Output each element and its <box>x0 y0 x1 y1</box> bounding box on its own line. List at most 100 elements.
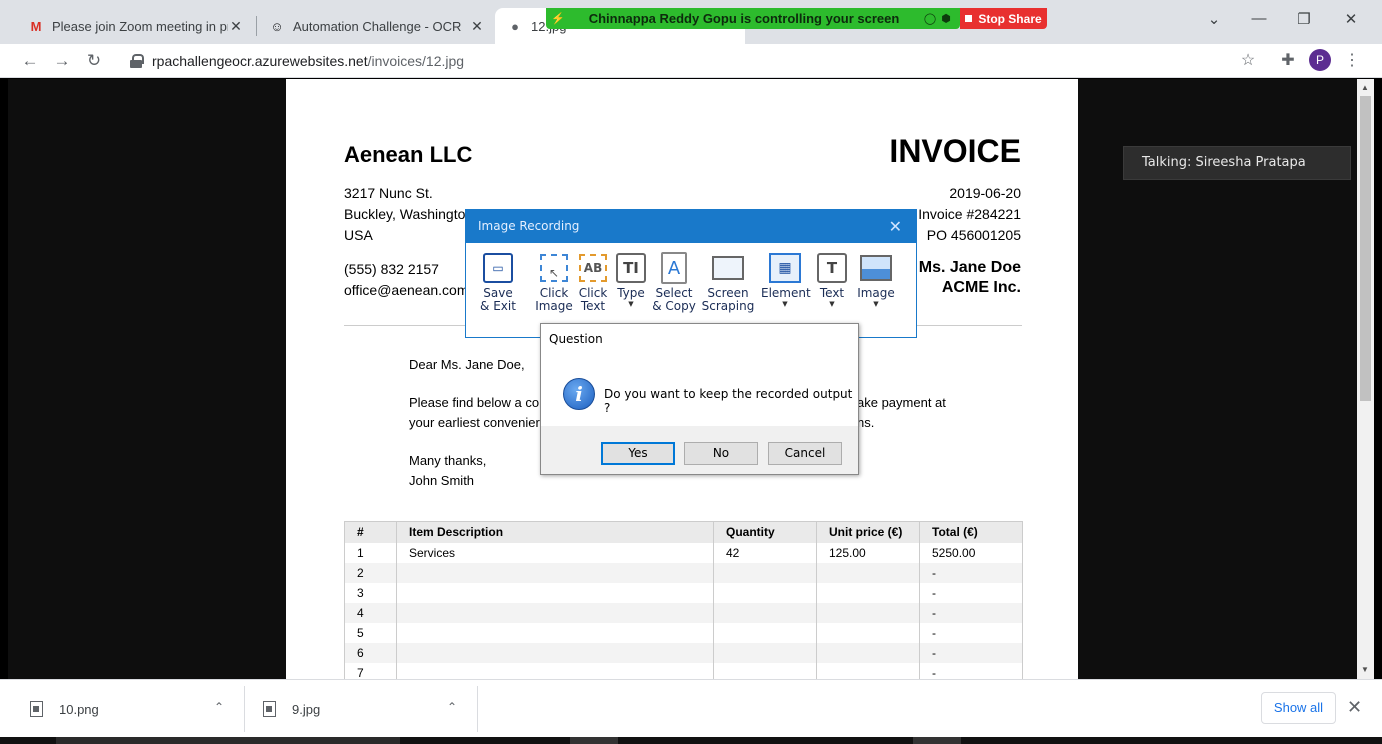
browser-toolbar: ← → ↻ rpachallengeocr.azurewebsites.net /… <box>0 44 1382 78</box>
table-cell <box>816 642 920 663</box>
tab-search-icon[interactable]: ⌄ <box>1199 10 1229 28</box>
taskbar-app[interactable] <box>570 737 618 744</box>
text-button[interactable]: T Text ▼ <box>815 251 849 308</box>
invoice-table-body: 1 Services 42 125.00 5250.00 2-3-4-5-6-7- <box>344 542 1023 679</box>
column-header: # <box>344 521 397 543</box>
recording-title: Image Recording <box>478 219 580 233</box>
restore-icon[interactable]: ❐ <box>1289 10 1319 28</box>
select-copy-button[interactable]: A Select & Copy <box>652 251 696 313</box>
robot-icon: ☺ <box>270 18 284 34</box>
scroll-down-icon[interactable]: ▼ <box>1361 665 1369 674</box>
remote-control-icon: ⚡ <box>551 13 565 25</box>
lock-icon <box>130 54 144 68</box>
tab-zoom-meeting[interactable]: M Please join Zoom meeting in pro ✕ <box>16 8 256 44</box>
show-all-button[interactable]: Show all <box>1261 692 1336 724</box>
table-cell: 5250.00 <box>919 542 1023 563</box>
element-icon: ▦ <box>761 251 809 285</box>
type-button[interactable]: TI Type ▼ <box>613 251 649 308</box>
table-cell <box>713 602 817 623</box>
po-number: PO 456001205 <box>926 227 1021 243</box>
company-address: 3217 Nunc St. Buckley, Washington USA <box>344 183 473 246</box>
table-cell: 5 <box>344 622 397 643</box>
address-line: 3217 Nunc St. <box>344 185 433 201</box>
info-icon: i <box>563 378 595 410</box>
yes-button[interactable]: Yes <box>601 442 675 465</box>
dropdown-caret-icon: ▼ <box>873 300 879 308</box>
screen-scraping-button[interactable]: Screen Scraping <box>700 251 756 313</box>
invoice-date: 2019-06-20 <box>949 185 1021 201</box>
type-icon: TI <box>613 251 649 285</box>
globe-icon: ● <box>511 18 519 34</box>
scroll-up-icon[interactable]: ▲ <box>1361 83 1369 92</box>
letter-text: ake payment at <box>857 395 946 410</box>
table-cell <box>396 602 714 623</box>
element-button[interactable]: ▦ Element ▼ <box>761 251 811 308</box>
table-row: 7- <box>344 662 1023 679</box>
download-filename: 9.jpg <box>292 701 321 717</box>
extensions-icon[interactable]: ✚ <box>1278 51 1298 71</box>
table-row: 5- <box>344 622 1023 643</box>
cancel-button[interactable]: Cancel <box>768 442 842 465</box>
menu-icon[interactable]: ⋮ <box>1342 51 1362 71</box>
table-row: 3- <box>344 582 1023 603</box>
minimize-icon[interactable]: — <box>1244 10 1274 27</box>
zoom-control-banner: ⚡ Chinnappa Reddy Gopu is controlling yo… <box>546 8 960 29</box>
divider <box>244 686 245 732</box>
button-label: & Exit <box>480 299 516 313</box>
click-text-button[interactable]: AB Click Text <box>576 251 610 313</box>
screen-scraping-icon <box>700 251 756 285</box>
stop-share-label: Stop Share <box>978 11 1042 26</box>
column-header: Unit price (€) <box>816 521 920 543</box>
download-item[interactable]: 9.jpg <box>263 680 320 738</box>
taskbar-search[interactable] <box>56 737 400 744</box>
table-cell: 2 <box>344 562 397 583</box>
zoom-talking-indicator: Talking: Sireesha Pratapa <box>1123 146 1351 180</box>
company-name: Aenean LLC <box>344 142 473 167</box>
image-icon <box>856 251 896 285</box>
close-window-icon[interactable]: ✕ <box>1336 10 1366 28</box>
close-tab-icon[interactable]: ✕ <box>469 18 485 35</box>
button-label: Text <box>580 299 606 313</box>
dialog-message-area: i Do you want to keep the recorded outpu… <box>541 354 858 426</box>
save-icon: ▭ <box>480 251 516 285</box>
table-cell: 42 <box>713 542 817 563</box>
taskbar <box>0 737 1382 744</box>
button-label: Scraping <box>701 299 755 313</box>
table-cell: 3 <box>344 582 397 603</box>
avatar[interactable]: P <box>1309 49 1331 71</box>
table-cell <box>816 582 920 603</box>
image-button[interactable]: Image ▼ <box>856 251 896 308</box>
close-tab-icon[interactable]: ✕ <box>228 18 244 35</box>
table-cell <box>816 622 920 643</box>
dialog-message: Do you want to keep the recorded output … <box>604 387 853 415</box>
chevron-up-icon[interactable]: ⌃ <box>447 700 457 714</box>
table-cell <box>816 662 920 679</box>
address-bar[interactable]: rpachallengeocr.azurewebsites.net/invoic… <box>118 48 1278 74</box>
close-icon[interactable]: ✕ <box>889 210 902 243</box>
table-row: 4- <box>344 602 1023 623</box>
zoom-banner-text: Chinnappa Reddy Gopu is controlling your… <box>588 11 900 26</box>
page-scrollbar[interactable]: ▲ ▼ <box>1357 79 1374 679</box>
forward-icon[interactable]: → <box>51 50 73 72</box>
taskbar-app[interactable] <box>913 737 961 744</box>
gmail-icon: M <box>30 18 42 34</box>
chevron-up-icon[interactable]: ⌃ <box>214 700 224 714</box>
no-button[interactable]: No <box>684 442 758 465</box>
back-icon[interactable]: ← <box>19 50 41 72</box>
table-cell <box>816 602 920 623</box>
close-icon[interactable]: ✕ <box>1347 697 1362 718</box>
stop-share-button[interactable]: Stop Share <box>960 8 1047 29</box>
invoice-title: INVOICE <box>889 133 1021 169</box>
bookmark-star-icon[interactable]: ☆ <box>1238 51 1258 71</box>
download-item[interactable]: 10.png <box>30 680 99 738</box>
button-label: Image <box>535 299 573 313</box>
reload-icon[interactable]: ↻ <box>83 50 105 72</box>
click-image-button[interactable]: ↖ Click Image <box>535 251 573 313</box>
tab-automation-challenge[interactable]: ☺ Automation Challenge - OCR ✕ <box>257 8 497 44</box>
table-cell: - <box>919 582 1023 603</box>
table-cell: - <box>919 622 1023 643</box>
save-exit-button[interactable]: ▭ Save & Exit <box>480 251 516 313</box>
scrollbar-thumb[interactable] <box>1360 96 1371 401</box>
tab-title: Please join Zoom meeting in pro <box>52 18 228 34</box>
table-cell <box>713 642 817 663</box>
